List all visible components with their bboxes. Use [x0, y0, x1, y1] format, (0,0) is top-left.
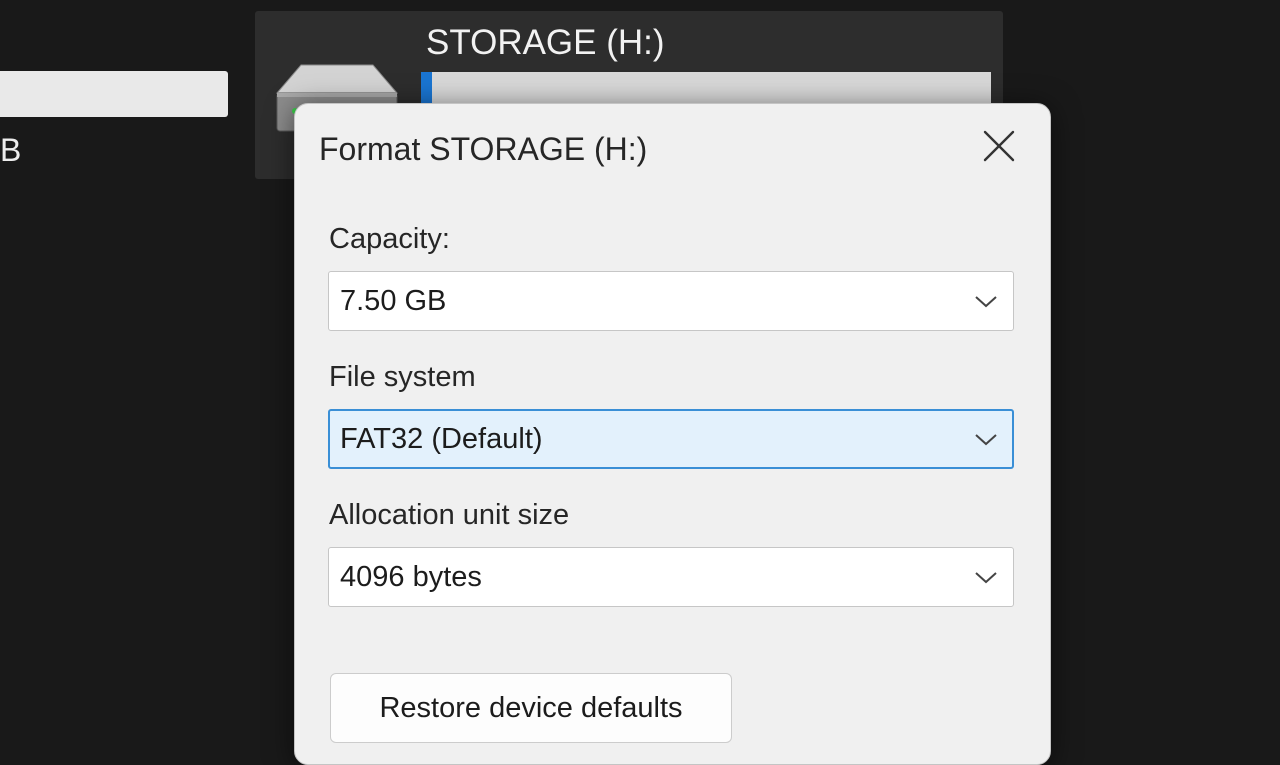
restore-device-defaults-button[interactable]: Restore device defaults — [330, 673, 732, 743]
drive-name-label: STORAGE (H:) — [426, 23, 665, 62]
close-icon — [983, 130, 1015, 162]
file-system-label: File system — [329, 361, 476, 393]
left-drive-size-text: B — [0, 132, 22, 168]
left-drive-capacity-bar — [0, 71, 228, 117]
chevron-down-icon — [975, 434, 997, 446]
file-system-value: FAT32 (Default) — [340, 423, 543, 455]
capacity-label: Capacity: — [329, 223, 450, 255]
capacity-value: 7.50 GB — [340, 285, 447, 317]
allocation-unit-size-label: Allocation unit size — [329, 499, 570, 531]
dialog-title: Format STORAGE (H:) — [319, 131, 648, 167]
close-button[interactable] — [969, 116, 1029, 176]
allocation-unit-size-value: 4096 bytes — [340, 561, 482, 593]
chevron-down-icon — [975, 572, 997, 584]
chevron-down-icon — [975, 296, 997, 308]
file-system-select[interactable]: FAT32 (Default) — [328, 409, 1014, 469]
format-dialog: Format STORAGE (H:) Capacity: 7.50 GB Fi… — [294, 103, 1051, 765]
allocation-unit-size-select[interactable]: 4096 bytes — [328, 547, 1014, 607]
capacity-select[interactable]: 7.50 GB — [328, 271, 1014, 331]
